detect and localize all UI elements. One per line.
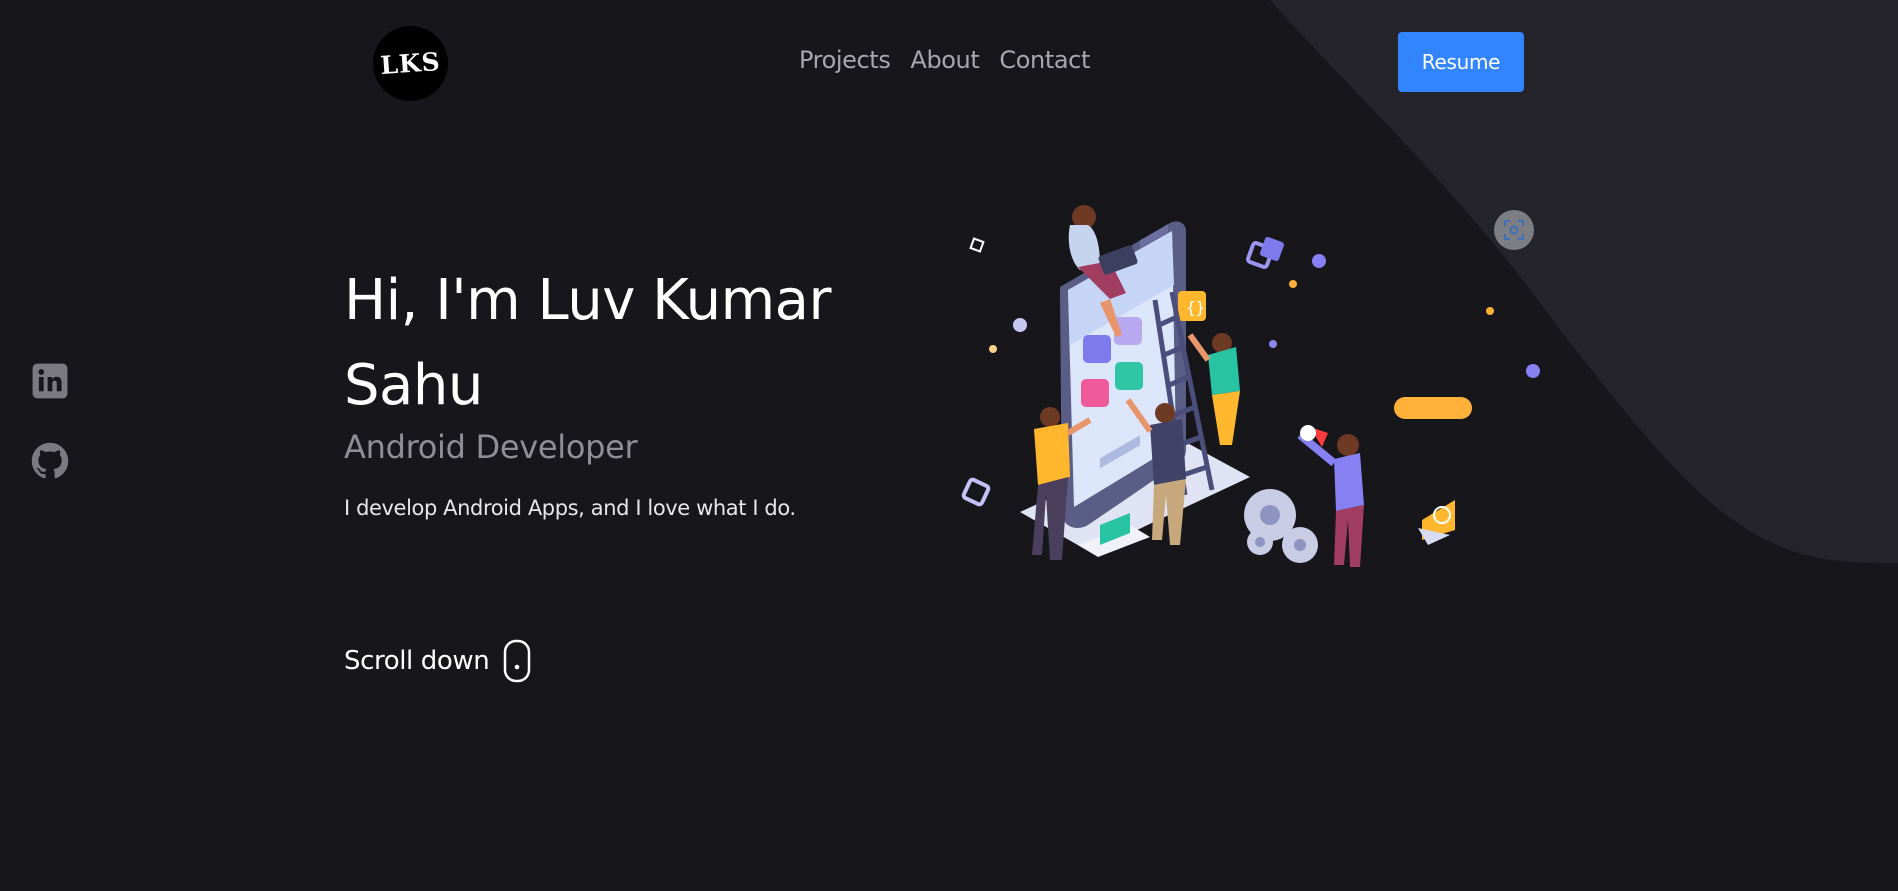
scroll-down-label: Scroll down xyxy=(344,646,490,676)
background-curve-shape xyxy=(1270,0,1898,563)
nav-link-projects[interactable]: Projects xyxy=(799,46,891,74)
portfolio-page: LKS Projects About Contact Resume Hi, I'… xyxy=(0,0,1898,891)
screenshot-scan-icon xyxy=(1504,220,1524,240)
screenshot-scan-button[interactable] xyxy=(1494,210,1534,250)
mouse-icon xyxy=(504,639,531,683)
hero-description: I develop Android Apps, and I love what … xyxy=(344,496,796,520)
svg-text:{}: {} xyxy=(1186,298,1205,317)
scroll-down-link[interactable]: Scroll down xyxy=(344,639,531,683)
hero-title: Hi, I'm Luv Kumar Sahu xyxy=(344,268,832,418)
hero-role: Android Developer xyxy=(344,428,638,466)
main-nav: Projects About Contact xyxy=(799,46,1090,74)
nav-link-contact[interactable]: Contact xyxy=(999,46,1090,74)
resume-button[interactable]: Resume xyxy=(1398,32,1524,92)
nav-link-about[interactable]: About xyxy=(910,46,979,74)
github-icon[interactable] xyxy=(31,442,69,480)
logo-text: LKS xyxy=(379,46,442,81)
app-development-illustration: {} xyxy=(961,205,1540,567)
linkedin-icon[interactable] xyxy=(31,362,69,400)
